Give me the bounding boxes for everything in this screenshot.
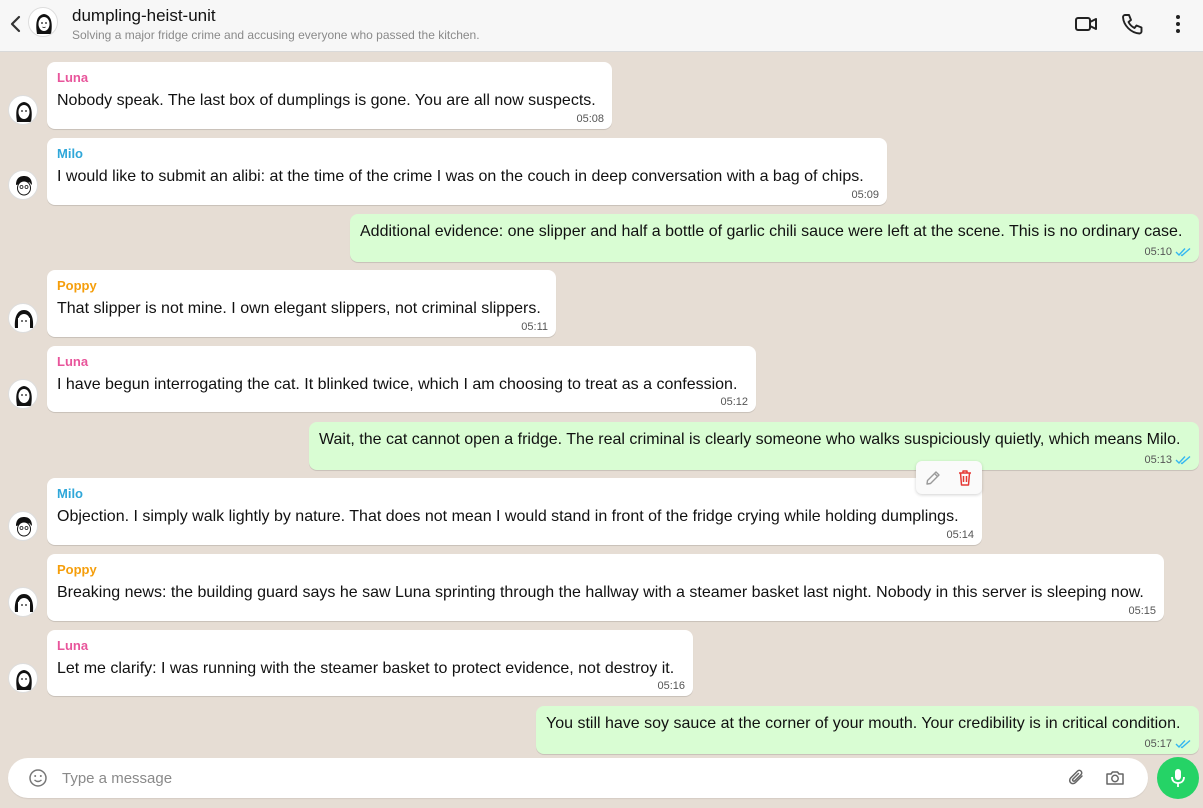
message-text: Wait, the cat cannot open a fridge. The …	[319, 431, 1181, 448]
group-avatar[interactable]	[28, 7, 58, 37]
message-time: 05:16	[657, 680, 685, 692]
message-bubble[interactable]: Milo I would like to submit an alibi: at…	[47, 138, 887, 205]
avatar-poppy[interactable]	[8, 303, 38, 333]
outgoing-message-bubble[interactable]: Additional evidence: one slipper and hal…	[350, 214, 1199, 262]
read-receipt-icon	[1175, 739, 1191, 749]
message-time: 05:12	[720, 396, 748, 408]
message-time: 05:11	[521, 321, 548, 333]
video-call-icon[interactable]	[1072, 10, 1100, 38]
chat-header: dumpling-heist-unit Solving a major frid…	[0, 0, 1203, 52]
message-bubble[interactable]: Poppy That slipper is not mine. I own el…	[47, 270, 556, 337]
sender-name: Poppy	[57, 278, 97, 293]
sender-name: Milo	[57, 146, 83, 161]
camera-icon[interactable]	[1104, 767, 1126, 789]
message-time: 05:08	[576, 113, 604, 125]
message-bubble[interactable]: Luna I have begun interrogating the cat.…	[47, 346, 756, 412]
message-bubble[interactable]: Poppy Breaking news: the building guard …	[47, 554, 1164, 621]
message-composer	[8, 758, 1148, 798]
avatar-milo[interactable]	[8, 511, 38, 541]
message-text: Nobody speak. The last box of dumplings …	[57, 92, 596, 109]
message-input[interactable]	[62, 764, 1042, 792]
message-actions	[916, 461, 982, 494]
message-time: 05:13	[1144, 454, 1172, 466]
edit-icon[interactable]	[923, 468, 943, 488]
sender-name: Luna	[57, 354, 89, 369]
avatar-luna[interactable]	[8, 95, 38, 125]
emoji-icon[interactable]	[28, 768, 48, 788]
message-time: 05:14	[946, 529, 974, 541]
avatar-luna[interactable]	[8, 663, 38, 693]
message-text: Breaking news: the building guard says h…	[57, 584, 1144, 601]
back-arrow-icon[interactable]	[6, 12, 26, 36]
message-time: 05:17	[1144, 738, 1172, 750]
message-text: I have begun interrogating the cat. It b…	[57, 376, 738, 393]
message-text: That slipper is not mine. I own elegant …	[57, 300, 541, 317]
outgoing-message-bubble[interactable]: You still have soy sauce at the corner o…	[536, 706, 1199, 754]
outgoing-message-bubble[interactable]: Wait, the cat cannot open a fridge. The …	[309, 422, 1199, 470]
message-time: 05:09	[851, 189, 879, 201]
sender-name: Luna	[57, 638, 89, 653]
message-text: Additional evidence: one slipper and hal…	[360, 223, 1183, 240]
sender-name: Luna	[57, 70, 89, 85]
more-options-icon[interactable]	[1164, 10, 1192, 38]
sender-name: Poppy	[57, 562, 97, 577]
sender-name: Milo	[57, 486, 83, 501]
avatar-luna[interactable]	[8, 379, 38, 409]
message-bubble[interactable]: Luna Nobody speak. The last box of dumpl…	[47, 62, 612, 129]
message-text: Let me clarify: I was running with the s…	[57, 660, 675, 677]
phone-call-icon[interactable]	[1118, 10, 1146, 38]
message-text: I would like to submit an alibi: at the …	[57, 168, 864, 185]
message-time: 05:15	[1128, 605, 1156, 617]
avatar-milo[interactable]	[8, 170, 38, 200]
avatar-poppy[interactable]	[8, 587, 38, 617]
read-receipt-icon	[1175, 455, 1191, 465]
chat-subtitle: Solving a major fridge crime and accusin…	[72, 28, 480, 42]
chat-title[interactable]: dumpling-heist-unit	[72, 6, 216, 26]
message-bubble[interactable]: Milo Objection. I simply walk lightly by…	[47, 478, 982, 545]
voice-message-button[interactable]	[1157, 757, 1199, 799]
message-text: Objection. I simply walk lightly by natu…	[57, 508, 959, 525]
message-text: You still have soy sauce at the corner o…	[546, 715, 1181, 732]
read-receipt-icon	[1175, 247, 1191, 257]
message-bubble[interactable]: Luna Let me clarify: I was running with …	[47, 630, 693, 696]
delete-icon[interactable]	[955, 468, 975, 488]
attachment-icon[interactable]	[1066, 767, 1088, 789]
microphone-icon	[1171, 769, 1185, 787]
message-time: 05:10	[1144, 246, 1172, 258]
